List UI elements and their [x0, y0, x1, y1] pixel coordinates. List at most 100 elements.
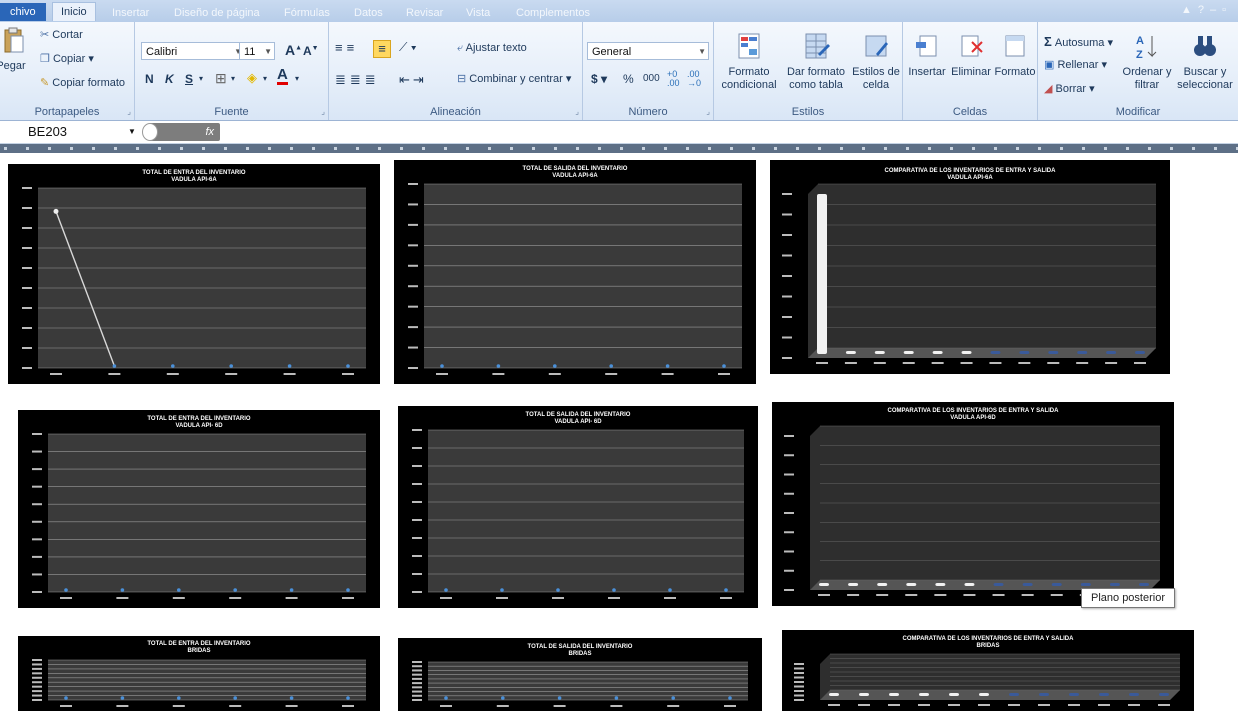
tab-revisar[interactable]: Revisar — [398, 4, 451, 22]
italic-button[interactable]: K — [165, 72, 174, 86]
indent-icon[interactable]: ⇤⇥ — [399, 72, 427, 88]
formula-cancel-icon[interactable] — [142, 123, 158, 141]
column-header-cell[interactable] — [26, 147, 29, 150]
column-header-cell[interactable] — [378, 147, 381, 150]
column-header-cell[interactable] — [642, 147, 645, 150]
column-header-cell[interactable] — [1192, 147, 1195, 150]
chart-entra-bridas[interactable]: TOTAL DE ENTRA DEL INVENTARIO BRIDAS — [18, 636, 380, 711]
tab-inicio[interactable]: Inicio — [52, 2, 96, 21]
minimize-icon[interactable]: ▲ — [1181, 4, 1198, 16]
column-header-cell[interactable] — [576, 147, 579, 150]
column-header-cell[interactable] — [796, 147, 799, 150]
column-header-cell[interactable] — [950, 147, 953, 150]
decrease-decimal-icon[interactable]: .00 →0 — [687, 70, 701, 88]
chart-comparativa-6d[interactable]: COMPARATIVA DE LOS INVENTARIOS DE ENTRA … — [772, 402, 1174, 606]
bold-button[interactable]: N — [145, 72, 154, 86]
column-header-cell[interactable] — [994, 147, 997, 150]
dialog-launcher-icon[interactable]: ⌟ — [127, 107, 131, 116]
column-header-cell[interactable] — [1126, 147, 1129, 150]
column-header-cell[interactable] — [4, 147, 7, 150]
column-header-cell[interactable] — [1060, 147, 1063, 150]
tab-complementos[interactable]: Complementos — [508, 4, 598, 22]
column-header-cell[interactable] — [488, 147, 491, 150]
column-header-cell[interactable] — [466, 147, 469, 150]
tab-datos[interactable]: Datos — [346, 4, 391, 22]
merge-center-button[interactable]: ⊟ Combinar y centrar ▾ — [457, 72, 571, 85]
copy-button[interactable]: ❐ Copiar ▾ — [40, 52, 94, 65]
chart-salida-bridas[interactable]: TOTAL DE SALIDA DEL INVENTARIO BRIDAS — [398, 638, 762, 711]
insert-cells-button[interactable]: Insertar — [905, 32, 949, 79]
column-header-cell[interactable] — [598, 147, 601, 150]
column-header-cell[interactable] — [268, 147, 271, 150]
orientation-icon[interactable]: ⟋ ▾ — [399, 40, 417, 55]
tab-formulas[interactable]: Fórmulas — [276, 4, 338, 22]
find-select-button[interactable]: Buscar y seleccionar — [1174, 32, 1236, 92]
dialog-launcher-icon[interactable]: ⌟ — [575, 107, 579, 116]
align-top-icon[interactable]: ≡≡ — [335, 40, 358, 55]
name-box[interactable]: BE203 ▼ — [28, 123, 146, 141]
chart-salida-6a[interactable]: TOTAL DE SALIDA DEL INVENTARIO VADULA AP… — [394, 160, 756, 384]
column-header-cell[interactable] — [708, 147, 711, 150]
font-name-select[interactable]: Calibri▼ — [141, 42, 245, 60]
column-header-cell[interactable] — [400, 147, 403, 150]
column-header-cell[interactable] — [774, 147, 777, 150]
cell-styles-button[interactable]: Estilos de celda — [850, 32, 902, 92]
column-header-cell[interactable] — [1214, 147, 1217, 150]
column-header-cell[interactable] — [840, 147, 843, 150]
fill-button[interactable]: ▣ Rellenar ▾ — [1044, 58, 1107, 71]
column-header-cell[interactable] — [1038, 147, 1041, 150]
formula-input[interactable]: fx — [150, 123, 220, 141]
autosum-button[interactable]: Σ Autosuma ▾ — [1044, 34, 1113, 49]
format-as-table-button[interactable]: Dar formato como tabla — [784, 32, 848, 92]
font-size-select[interactable]: 11 ▼ — [239, 42, 275, 60]
shrink-font-button[interactable]: A▼ — [303, 44, 319, 58]
column-header-cell[interactable] — [1170, 147, 1173, 150]
delete-cells-button[interactable]: Eliminar — [949, 32, 993, 79]
sort-filter-button[interactable]: AZ Ordenar y filtrar — [1122, 32, 1172, 92]
restore-icon[interactable]: – — [1210, 4, 1222, 16]
column-header-cell[interactable] — [620, 147, 623, 150]
column-header-cell[interactable] — [1082, 147, 1085, 150]
column-header-cell[interactable] — [202, 147, 205, 150]
column-header-cell[interactable] — [862, 147, 865, 150]
column-header-cell[interactable] — [136, 147, 139, 150]
column-header-cell[interactable] — [884, 147, 887, 150]
column-header-cell[interactable] — [906, 147, 909, 150]
font-color-icon[interactable]: A — [277, 67, 288, 85]
paste-button[interactable]: Pegar — [0, 26, 28, 73]
column-header-cell[interactable] — [752, 147, 755, 150]
column-header-cell[interactable] — [312, 147, 315, 150]
chevron-down-icon[interactable]: ▾ — [231, 74, 235, 83]
column-header-cell[interactable] — [532, 147, 535, 150]
column-header-cell[interactable] — [158, 147, 161, 150]
cut-button[interactable]: ✂ Cortar — [40, 28, 83, 41]
column-header-cell[interactable] — [290, 147, 293, 150]
chart-entra-6d[interactable]: TOTAL DE ENTRA DEL INVENTARIO VADULA API… — [18, 410, 380, 608]
dialog-launcher-icon[interactable]: ⌟ — [706, 107, 710, 116]
currency-button[interactable]: $ ▾ — [591, 72, 607, 86]
help-icon[interactable]: ? — [1198, 4, 1210, 16]
column-header-cell[interactable] — [92, 147, 95, 150]
tab-diseno-pagina[interactable]: Diseño de página — [166, 4, 268, 22]
align-bottom-icon[interactable]: ≡ — [373, 40, 391, 58]
column-header-cell[interactable] — [444, 147, 447, 150]
chart-entra-6a[interactable]: TOTAL DE ENTRA DEL INVENTARIO VADULA API… — [8, 164, 380, 384]
column-header-cell[interactable] — [664, 147, 667, 150]
column-header-cell[interactable] — [70, 147, 73, 150]
tab-insertar[interactable]: Insertar — [104, 4, 157, 22]
column-header-cell[interactable] — [686, 147, 689, 150]
column-header-cell[interactable] — [422, 147, 425, 150]
borders-icon[interactable]: ⊞ — [215, 70, 227, 87]
column-header-cell[interactable] — [356, 147, 359, 150]
wrap-text-button[interactable]: ⤶ Ajustar texto — [457, 42, 527, 55]
dialog-launcher-icon[interactable]: ⌟ — [321, 107, 325, 116]
column-header-cell[interactable] — [48, 147, 51, 150]
column-header-cell[interactable] — [246, 147, 249, 150]
grow-font-button[interactable]: A▲ — [285, 42, 302, 58]
underline-button[interactable]: S — [185, 72, 193, 86]
window-controls[interactable]: ▲?–▫ — [1181, 4, 1232, 16]
percent-button[interactable]: % — [623, 72, 634, 86]
clear-button[interactable]: ◢ Borrar ▾ — [1044, 82, 1095, 95]
column-header-cell[interactable] — [818, 147, 821, 150]
chart-comparativa-bridas[interactable]: COMPARATIVA DE LOS INVENTARIOS DE ENTRA … — [782, 630, 1194, 711]
